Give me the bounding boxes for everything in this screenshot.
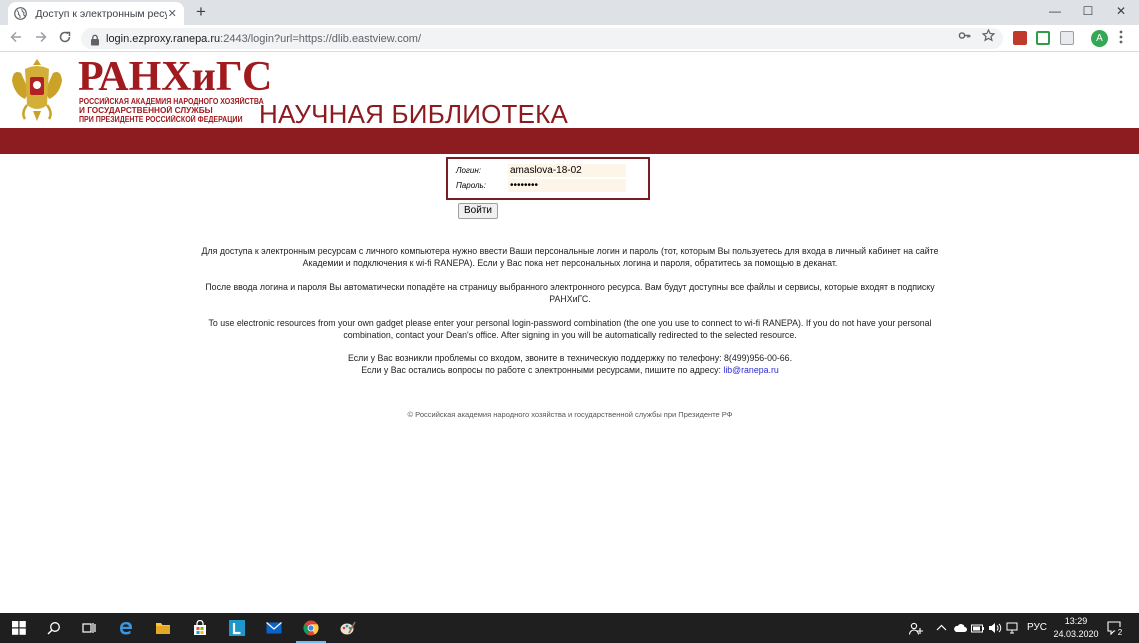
profile-avatar[interactable]: A <box>1091 30 1108 47</box>
file-explorer-icon[interactable] <box>155 620 171 636</box>
notification-center-icon[interactable]: 2 <box>1107 621 1125 637</box>
network-icon[interactable] <box>1005 622 1019 638</box>
onedrive-cloud-icon[interactable] <box>953 622 967 638</box>
globe-icon <box>14 7 28 21</box>
forward-arrow-icon[interactable] <box>33 30 49 46</box>
store-icon[interactable] <box>192 620 208 636</box>
password-label: Пароль: <box>456 180 486 190</box>
battery-icon[interactable] <box>971 622 985 638</box>
url-text: login.ezproxy.ranepa.ru:2443/login?url=h… <box>106 33 421 45</box>
document-extension-icon[interactable] <box>1060 31 1074 45</box>
chevron-up-icon[interactable] <box>936 622 947 638</box>
pdf-extension-icon[interactable] <box>1013 31 1027 45</box>
browser-tab-strip: Доступ к электронным ресурсам ✕ + — ☐ ✕ <box>0 0 1139 25</box>
close-window-button[interactable]: ✕ <box>1106 3 1136 19</box>
info-support-phone: Если у Вас возникли проблемы со входом, … <box>347 353 793 363</box>
more-menu-icon[interactable] <box>1119 30 1123 48</box>
info-paragraph-access: Для доступа к электронным ресурсам с лич… <box>201 246 939 268</box>
info-paragraph-english: To use electronic resources from your ow… <box>208 318 932 340</box>
footer-copyright: © Российская академия народного хозяйств… <box>407 410 733 419</box>
language-indicator[interactable]: РУС <box>1027 622 1047 634</box>
library-title: НАУЧНАЯ БИБЛИОТЕКА <box>259 99 569 129</box>
password-input[interactable] <box>508 178 626 192</box>
people-icon[interactable] <box>908 622 923 639</box>
address-bar[interactable]: login.ezproxy.ranepa.ru:2443/login?url=h… <box>81 28 1003 49</box>
mail-icon[interactable] <box>266 620 282 636</box>
shield-extension-icon[interactable] <box>1036 31 1050 45</box>
chrome-icon[interactable] <box>303 620 319 636</box>
minimize-button[interactable]: — <box>1040 3 1070 19</box>
browser-toolbar: login.ezproxy.ranepa.ru:2443/login?url=h… <box>0 25 1139 52</box>
info-paragraph-redirect: После ввода логина и пароля Вы автоматич… <box>205 282 935 304</box>
login-input[interactable] <box>508 163 626 177</box>
password-row: Пароль: <box>456 178 626 192</box>
notification-count: 2 <box>1118 628 1123 637</box>
brand-subtitle-line-2: И ГОСУДАРСТВЕННОЙ СЛУЖБЫ <box>79 106 213 115</box>
volume-icon[interactable] <box>988 622 1002 638</box>
clock-time: 13:29 <box>1064 616 1088 626</box>
login-row: Логин: <box>456 163 626 177</box>
url-host: login.ezproxy.ranepa.ru <box>106 32 221 45</box>
login-label: Логин: <box>456 165 481 175</box>
header-band <box>0 128 1139 154</box>
browser-tab[interactable]: Доступ к электронным ресурсам ✕ <box>8 2 184 25</box>
task-view-icon[interactable] <box>81 620 97 636</box>
key-icon[interactable] <box>956 28 972 49</box>
edge-browser-icon[interactable] <box>118 620 134 636</box>
login-form: Логин: Пароль: <box>446 157 650 200</box>
maximize-button[interactable]: ☐ <box>1073 3 1103 19</box>
emblem-logo-icon <box>11 55 63 123</box>
windows-taskbar: РУС 13:29 24.03.2020 2 <box>0 613 1139 643</box>
brand-name: РАНХиГС <box>78 54 273 100</box>
tab-title: Доступ к электронным ресурсам <box>35 7 166 20</box>
info-support-email-text: Если у Вас остались вопросы по работе с … <box>361 365 724 375</box>
brand-subtitle-line-1: РОССИЙСКАЯ АКАДЕМИЯ НАРОДНОГО ХОЗЯЙСТВА <box>79 97 264 106</box>
reload-icon[interactable] <box>57 30 73 46</box>
tab-close-icon[interactable]: ✕ <box>167 7 178 20</box>
screen: Доступ к электронным ресурсам ✕ + — ☐ ✕ … <box>0 0 1139 643</box>
taskbar-clock[interactable]: 13:29 24.03.2020 <box>1052 615 1100 641</box>
windows-start-icon[interactable] <box>11 620 27 636</box>
back-arrow-icon[interactable] <box>8 30 24 46</box>
login-submit-button[interactable]: Войти <box>458 203 498 219</box>
support-email-link[interactable]: lib@ranepa.ru <box>723 365 778 375</box>
new-tab-button[interactable]: + <box>193 3 209 21</box>
star-icon[interactable] <box>980 28 996 49</box>
lock-icon <box>90 33 100 45</box>
brand-subtitle-line-3: ПРИ ПРЕЗИДЕНТЕ РОССИЙСКОЙ ФЕДЕРАЦИИ <box>79 115 243 124</box>
url-path: :2443/login?url=https://dlib.eastview.co… <box>220 32 422 45</box>
search-icon[interactable] <box>46 620 62 636</box>
info-support-email: Если у Вас остались вопросы по работе с … <box>200 365 940 377</box>
app-l-icon[interactable] <box>229 620 245 636</box>
clock-date: 24.03.2020 <box>1053 629 1099 639</box>
paint-icon[interactable] <box>340 620 356 636</box>
